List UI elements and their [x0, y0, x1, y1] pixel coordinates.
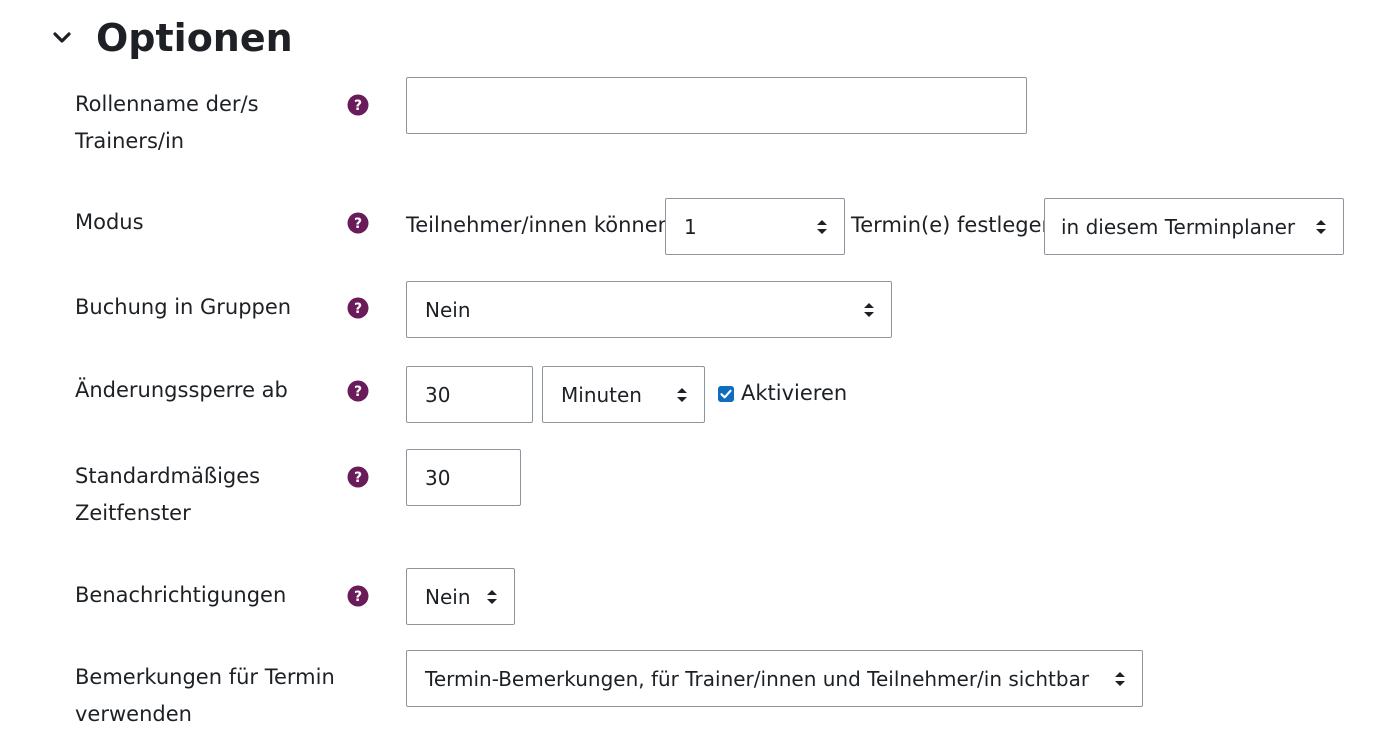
svg-text:?: ? [354, 216, 362, 232]
group-booking-label: Buchung in Gruppen [75, 295, 292, 319]
enable-checkbox-label[interactable]: Aktivieren [741, 365, 847, 422]
select-caret-icon [1115, 671, 1125, 686]
chevron-down-icon[interactable] [52, 28, 72, 48]
role-name-input[interactable] [406, 77, 1027, 134]
mode-label: Modus [75, 210, 144, 234]
help-icon[interactable]: ? [347, 466, 369, 488]
select-caret-icon [817, 219, 827, 234]
group-booking-value: Nein [425, 297, 471, 322]
notes-label: Bemerkungen für Termin verwenden [75, 665, 335, 726]
svg-text:?: ? [354, 384, 362, 400]
svg-text:?: ? [354, 470, 362, 486]
default-slot-value: 30 [425, 465, 451, 490]
svg-text:?: ? [354, 301, 362, 317]
notifications-value: Nein [425, 584, 471, 609]
select-caret-icon [487, 589, 497, 604]
notes-select[interactable]: Termin-Bemerkungen, für Trainer/innen un… [406, 650, 1143, 707]
notifications-label: Benachrichtigungen [75, 583, 287, 607]
section-header[interactable]: Optionen [52, 8, 293, 68]
mode-middle-text: Termin(e) festlegen [851, 213, 1055, 237]
select-caret-icon [1316, 219, 1326, 234]
mode-scope-select[interactable]: in diesem Terminplaner [1044, 198, 1344, 255]
mode-scope-value: in diesem Terminplaner [1061, 214, 1296, 239]
select-caret-icon [677, 387, 687, 402]
svg-text:?: ? [354, 589, 362, 605]
notifications-select[interactable]: Nein [406, 568, 515, 625]
role-name-label: Rollenname der/s Trainers/in [75, 92, 259, 153]
mode-count-value: 1 [684, 214, 697, 239]
mode-prefix-text: Teilnehmer/innen können [406, 213, 671, 237]
section-title: Optionen [96, 16, 293, 60]
group-booking-select[interactable]: Nein [406, 281, 892, 338]
default-slot-label: Standardmäßiges Zeitfenster [75, 464, 261, 525]
change-lock-value: 30 [425, 382, 451, 407]
help-icon[interactable]: ? [347, 94, 369, 116]
change-lock-label: Änderungssperre ab [75, 378, 288, 402]
mode-count-select[interactable]: 1 [665, 198, 845, 255]
help-icon[interactable]: ? [347, 585, 369, 607]
notes-value: Termin-Bemerkungen, für Trainer/innen un… [425, 666, 1090, 691]
select-caret-icon [864, 302, 874, 317]
change-lock-unit-value: Minuten [561, 382, 642, 407]
enable-checkbox[interactable] [718, 386, 734, 402]
help-icon[interactable]: ? [347, 212, 369, 234]
default-slot-input[interactable]: 30 [406, 449, 521, 506]
change-lock-unit-select[interactable]: Minuten [542, 366, 705, 423]
svg-text:?: ? [354, 98, 362, 114]
help-icon[interactable]: ? [347, 297, 369, 319]
help-icon[interactable]: ? [347, 380, 369, 402]
change-lock-input[interactable]: 30 [406, 366, 533, 423]
